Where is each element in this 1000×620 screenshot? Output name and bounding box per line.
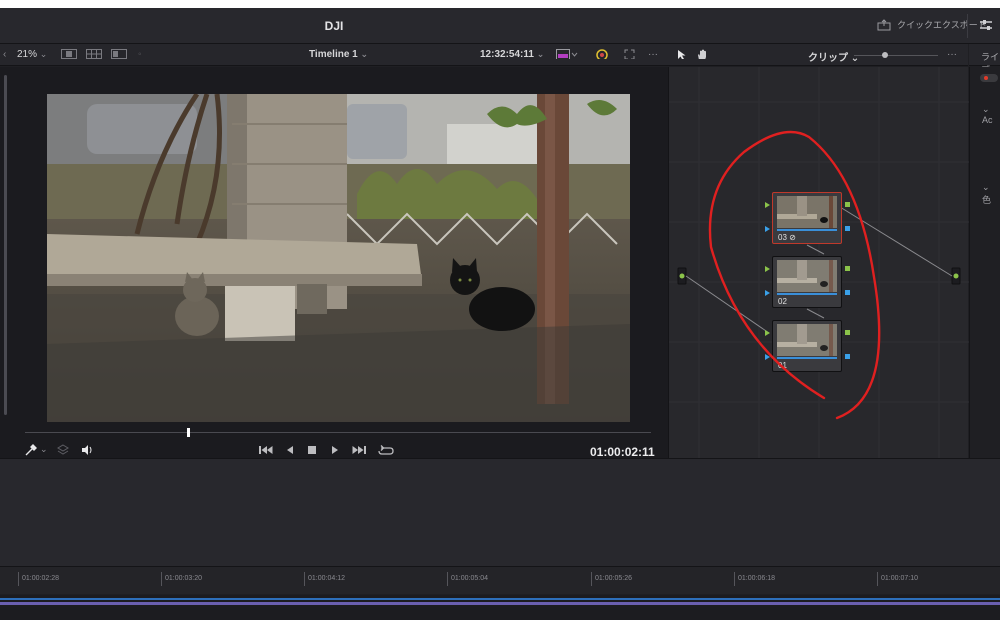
chevron-down-icon: ⌄ [39, 49, 48, 59]
park-scene-image [47, 94, 630, 422]
go-to-end-icon[interactable] [352, 444, 366, 456]
go-to-start-icon[interactable] [259, 444, 273, 456]
export-icon [877, 18, 891, 30]
source-timecode-select[interactable]: 12:32:54:11 ⌄ [480, 49, 544, 60]
pointer-icon[interactable] [677, 49, 687, 59]
node-zoom-knob[interactable] [882, 52, 888, 58]
zoom-select[interactable]: 21% ⌄ [17, 49, 47, 60]
ruler-tick: 01:00:04:12 [304, 572, 345, 586]
node-label: 03 ⊘ [778, 233, 796, 242]
ruler-tick: 01:00:03:20 [161, 572, 202, 586]
node-toolbar: クリップ ⌄ ··· [668, 44, 968, 66]
clip-mode-label: クリップ [808, 53, 848, 64]
clip-mode-select[interactable]: クリップ ⌄ [808, 49, 859, 64]
more-options-icon[interactable]: ··· [947, 49, 957, 60]
eyedropper-icon[interactable] [25, 444, 37, 456]
ruler-tick: 01:00:06:18 [734, 572, 775, 586]
timeline-track[interactable] [0, 595, 1000, 620]
record-toggle[interactable] [980, 74, 998, 82]
node-status-bar [777, 293, 837, 295]
resolve-window: DJI クイックエクスポート ‹ 21% ⌄ ◦ Timeline 1 ⌄ 12… [0, 8, 1000, 620]
color-node-02[interactable]: 02 [772, 256, 842, 308]
sliders-icon[interactable] [978, 18, 994, 32]
node-status-bar [777, 357, 837, 359]
hand-icon[interactable] [696, 49, 708, 59]
timeline-select[interactable]: Timeline 1 ⌄ [309, 49, 368, 60]
chevron-down-icon: ⌄ [536, 49, 545, 59]
title-bar: DJI クイックエクスポート [0, 8, 1000, 44]
record-dot-icon [984, 76, 988, 80]
left-arrow-icon[interactable]: ‹ [3, 49, 6, 60]
playhead-handle[interactable] [186, 428, 190, 437]
chevron-down-icon[interactable]: ⌄ [40, 444, 48, 455]
node-thumbnail [777, 196, 837, 228]
volume-icon[interactable] [81, 444, 94, 456]
section-a-label: Ac [982, 115, 993, 125]
loop-icon[interactable] [378, 444, 394, 456]
color-wheel-icon[interactable] [596, 49, 608, 59]
inspector-panel: ⌄ Ac ⌄ 色 [969, 67, 1000, 458]
viewer-toolbar: ‹ 21% ⌄ ◦ Timeline 1 ⌄ 12:32:54:11 ⌄ ··· [0, 44, 668, 66]
timeline-name: Timeline 1 [309, 49, 358, 60]
timeline-ruler[interactable]: 01:00:02:28 01:00:03:20 01:00:04:12 01:0… [0, 566, 1000, 594]
video-frame [47, 94, 630, 422]
video-clip[interactable] [0, 598, 1000, 600]
clips-area [0, 458, 1000, 566]
color-node-01[interactable]: 01 [772, 320, 842, 372]
ruler-tick: 01:00:05:04 [447, 572, 488, 586]
grid-viewer-icon[interactable] [86, 49, 102, 59]
scrubber-track[interactable] [25, 432, 651, 433]
more-options-icon[interactable]: ··· [648, 49, 658, 60]
inspector-section-b[interactable]: ⌄ 色 [982, 182, 1000, 206]
project-title: DJI [324, 19, 344, 33]
quick-export-label: クイックエクスポート [897, 20, 987, 30]
stop-icon[interactable] [307, 444, 317, 456]
zoom-value: 21% [17, 49, 38, 60]
ruler-tick: 01:00:07:10 [877, 572, 918, 586]
dot-icon: ◦ [138, 49, 142, 60]
node-thumbnail [777, 260, 837, 292]
audio-clip[interactable] [0, 602, 1000, 605]
inspector-toolbar: ライブ [969, 44, 1000, 75]
inspector-section-a[interactable]: ⌄ Ac [982, 104, 1000, 125]
viewer-timecode: 01:00:02:11 [590, 445, 655, 459]
chevron-down-icon: ⌄ [360, 49, 369, 59]
node-status-bar [777, 229, 837, 231]
node-editor[interactable]: 03 ⊘ 02 01 [668, 67, 969, 458]
ruler-tick: 01:00:02:28 [18, 572, 59, 586]
node-zoom-slider[interactable] [854, 55, 938, 56]
ruler-tick: 01:00:05:26 [591, 572, 632, 586]
node-label: 01 [778, 361, 787, 370]
quick-export-button[interactable]: クイックエクスポート [877, 18, 987, 31]
fullscreen-icon[interactable] [624, 49, 635, 59]
color-node-03[interactable]: 03 ⊘ [772, 192, 842, 244]
node-label: 02 [778, 297, 787, 306]
play-reverse-icon[interactable] [286, 444, 294, 456]
fx-overlay-icon[interactable] [556, 49, 578, 59]
chevron-down-icon: ⌄ [982, 182, 990, 192]
split-viewer-icon[interactable] [111, 49, 127, 59]
section-b-label: 色 [982, 195, 992, 205]
divider [967, 14, 968, 38]
source-timecode: 12:32:54:11 [480, 49, 534, 60]
node-thumbnail [777, 324, 837, 356]
viewer-scrollbar[interactable] [4, 75, 7, 415]
single-viewer-icon[interactable] [61, 49, 77, 59]
chevron-down-icon: ⌄ [982, 104, 990, 114]
layers-icon[interactable] [57, 444, 69, 456]
play-icon[interactable] [331, 444, 339, 456]
disabled-icon: ⊘ [789, 233, 796, 242]
